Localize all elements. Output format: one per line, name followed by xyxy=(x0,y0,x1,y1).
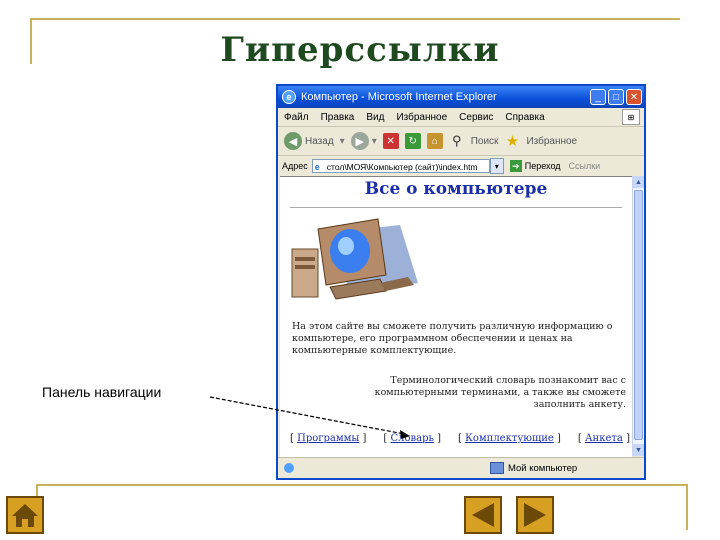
previous-slide-button[interactable] xyxy=(464,496,502,534)
slide-frame-top xyxy=(30,18,680,20)
page-divider xyxy=(290,207,622,208)
slide-title: Гиперссылки xyxy=(220,30,500,70)
address-label: Адрес xyxy=(282,161,308,171)
address-input[interactable]: стол\МОЯ\Компьютер (сайт)\index.htm xyxy=(311,159,490,173)
home-icon xyxy=(12,504,38,527)
go-arrow-icon[interactable]: ➔ xyxy=(509,160,522,172)
menu-tools[interactable]: Сервис xyxy=(459,112,493,123)
security-zone-label: Мой компьютер xyxy=(508,462,578,474)
home-button[interactable] xyxy=(6,496,44,534)
maximize-button[interactable]: □ xyxy=(608,89,624,105)
home-icon[interactable]: ⌂ xyxy=(426,133,443,149)
glossary-text: Терминологический словарь познакомит вас… xyxy=(374,375,626,410)
intro-text: На этом сайте вы сможете получить различ… xyxy=(292,321,613,356)
my-computer-icon xyxy=(490,462,504,474)
address-dropdown-icon[interactable]: ▾ xyxy=(489,158,504,174)
computer-illustration xyxy=(291,218,418,300)
minimize-button[interactable]: _ xyxy=(590,89,606,105)
next-arrow-icon xyxy=(524,503,546,527)
toolbar: ◀ Назад ▾ ▶ ▾ ✕ ↻ ⌂ ⚲ Поиск ★ Избранное xyxy=(278,127,644,156)
menu-edit[interactable]: Правка xyxy=(321,112,355,123)
search-icon[interactable]: ⚲ xyxy=(449,133,465,149)
back-dropdown-icon[interactable]: ▾ xyxy=(340,136,345,147)
callout-label: Панель навигации xyxy=(42,384,162,400)
nav-link-components[interactable]: Комплектующие xyxy=(465,433,554,444)
close-button[interactable]: ✕ xyxy=(626,89,642,105)
search-button-label[interactable]: Поиск xyxy=(471,136,499,147)
ie-logo-icon: e xyxy=(282,90,296,104)
back-arrow-icon[interactable]: ◀ xyxy=(284,132,302,150)
page-heading: Все о компьютере xyxy=(364,179,548,199)
menu-bar: Файл Правка Вид Избранное Сервис Справка… xyxy=(278,108,644,127)
scroll-down-icon[interactable]: ▼ xyxy=(633,444,644,456)
nav-link-survey[interactable]: Анкета xyxy=(585,433,623,444)
forward-arrow-icon[interactable]: ▶ xyxy=(350,132,369,150)
links-label[interactable]: Ссылки xyxy=(569,161,601,171)
page-status-icon xyxy=(284,463,294,473)
menu-file[interactable]: Файл xyxy=(284,112,309,123)
slide-frame-bottom-right xyxy=(686,484,688,530)
browser-window: e Компьютер - Microsoft Internet Explore… xyxy=(276,84,646,480)
forward-dropdown-icon[interactable]: ▾ xyxy=(372,136,377,147)
window-title: Компьютер - Microsoft Internet Explorer xyxy=(301,91,497,103)
previous-arrow-icon xyxy=(472,503,494,527)
windows-flag-icon: ⊞ xyxy=(622,109,640,125)
go-button-label[interactable]: Переход xyxy=(525,161,561,171)
next-slide-button[interactable] xyxy=(516,496,554,534)
favorites-star-icon[interactable]: ★ xyxy=(504,133,520,150)
navigation-panel: [ Программы ] [ Словарь ] [ Комплектующи… xyxy=(290,433,630,444)
menu-view[interactable]: Вид xyxy=(366,112,384,123)
stop-icon[interactable]: ✕ xyxy=(382,133,399,149)
refresh-icon[interactable]: ↻ xyxy=(404,133,421,149)
web-page-content: Все о компьютере На этом сайте вы сможет… xyxy=(280,176,632,457)
scroll-up-icon[interactable]: ▲ xyxy=(633,176,644,188)
browser-title-bar: e Компьютер - Microsoft Internet Explore… xyxy=(278,86,644,108)
status-bar: Мой компьютер xyxy=(278,457,644,478)
vertical-scrollbar[interactable]: ▲ ▼ xyxy=(632,176,644,456)
address-bar: Адрес стол\МОЯ\Компьютер (сайт)\index.ht… xyxy=(278,156,644,176)
favorites-button-label[interactable]: Избранное xyxy=(526,136,577,147)
nav-link-glossary[interactable]: Словарь xyxy=(391,433,434,444)
back-button-label[interactable]: Назад xyxy=(305,136,334,147)
menu-favorites[interactable]: Избранное xyxy=(396,112,447,123)
scroll-thumb[interactable] xyxy=(634,190,643,440)
slide-frame-bottom xyxy=(36,484,686,486)
menu-help[interactable]: Справка xyxy=(505,112,544,123)
nav-link-programs[interactable]: Программы xyxy=(297,433,359,444)
